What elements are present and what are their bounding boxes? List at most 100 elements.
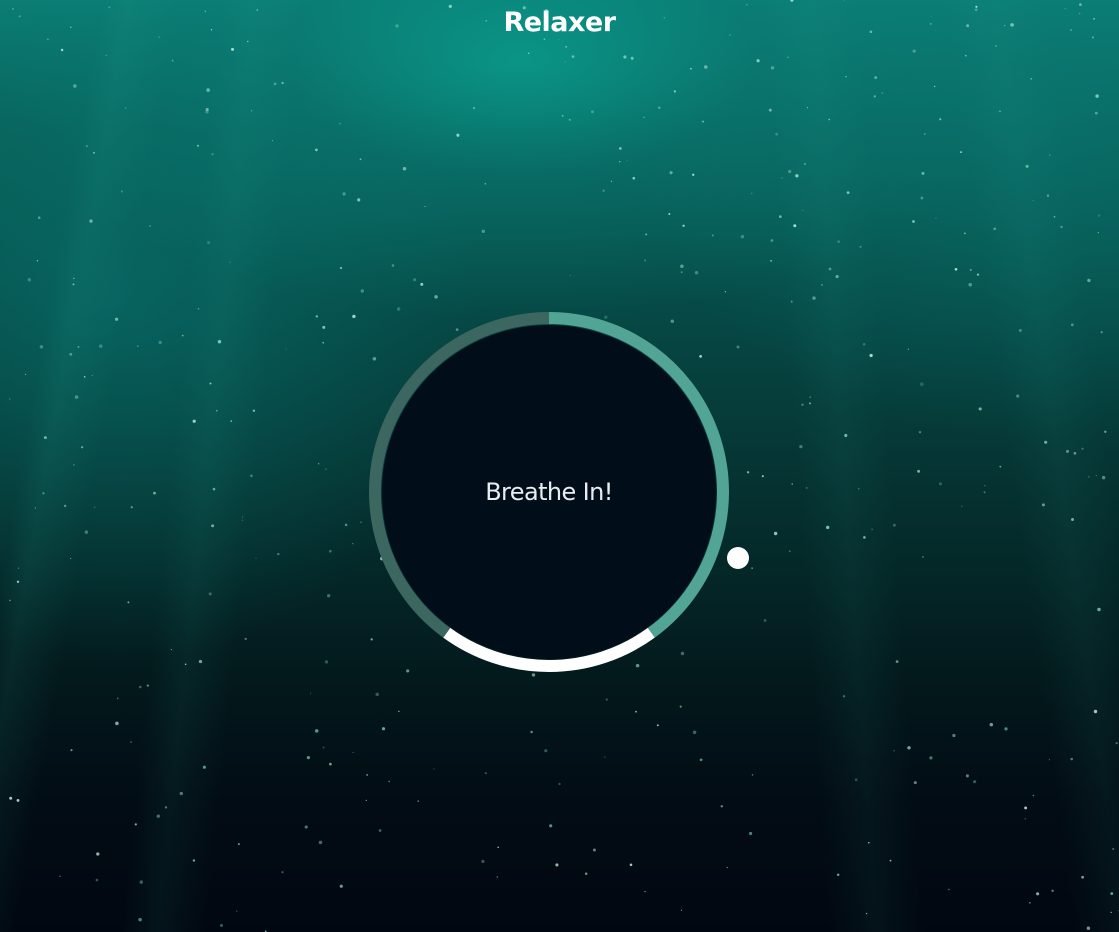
particle [1060, 225, 1063, 229]
particle [1101, 475, 1106, 480]
particle [1097, 214, 1101, 217]
particle [1030, 77, 1033, 80]
particle [70, 558, 72, 559]
particle [895, 660, 899, 663]
particle [315, 148, 318, 152]
particle [484, 183, 487, 185]
particle [793, 224, 797, 228]
particle [1032, 200, 1034, 202]
particle [196, 144, 200, 147]
particle [704, 65, 708, 69]
particle [1100, 331, 1103, 334]
breathing-instruction: Breathe In! [485, 478, 613, 506]
particle [690, 67, 692, 70]
particle [881, 92, 884, 94]
particle [229, 261, 231, 263]
particle [285, 348, 287, 350]
particle [231, 47, 234, 51]
particle [326, 593, 331, 598]
particle [273, 82, 277, 86]
particle [828, 118, 830, 121]
particle [304, 825, 308, 829]
particle [158, 340, 162, 345]
particle [116, 697, 119, 700]
particle [658, 106, 661, 109]
particle [775, 132, 778, 136]
particle [17, 567, 20, 569]
particle [680, 264, 684, 269]
particle [740, 234, 745, 239]
particle [1112, 847, 1115, 851]
particle [842, 695, 846, 698]
particle [237, 843, 240, 846]
particle [571, 55, 575, 58]
particle [826, 525, 830, 530]
particle [271, 140, 273, 142]
particle [352, 752, 354, 753]
particle [1087, 278, 1091, 283]
particle [837, 240, 840, 243]
particle [605, 698, 608, 701]
particle [130, 506, 133, 509]
particle [791, 483, 793, 485]
particle [913, 781, 917, 785]
particle [969, 268, 972, 271]
particle [724, 291, 727, 293]
particle [917, 469, 921, 473]
particle [756, 59, 760, 63]
particle [751, 774, 754, 776]
particle [1053, 215, 1056, 218]
particle [216, 410, 218, 412]
particle [761, 475, 764, 478]
particle [763, 619, 767, 622]
particle [206, 88, 210, 92]
particle [569, 274, 571, 276]
particle [352, 543, 354, 545]
particle [496, 876, 498, 878]
particle [954, 267, 958, 271]
particle [854, 778, 858, 782]
particle [211, 524, 215, 528]
particle [197, 307, 200, 310]
particle [912, 220, 915, 223]
particle [250, 110, 253, 112]
particle [1097, 231, 1099, 234]
particle [86, 145, 88, 147]
particle [527, 52, 530, 54]
particle [968, 282, 972, 287]
particle [694, 270, 699, 275]
particle [1070, 323, 1074, 327]
particle [95, 878, 99, 882]
particle [544, 749, 548, 753]
particle [751, 567, 754, 570]
particle [136, 345, 139, 348]
particle [673, 90, 677, 93]
particle [893, 749, 895, 752]
particle [98, 344, 103, 348]
particle [27, 278, 31, 282]
particle [711, 234, 714, 237]
particle [699, 758, 703, 762]
particle [749, 831, 753, 836]
particle [205, 110, 209, 114]
particle [669, 171, 673, 175]
particle [938, 482, 942, 486]
particle [1049, 154, 1051, 156]
particle [768, 108, 772, 112]
particle [692, 173, 695, 176]
particle [484, 772, 487, 775]
particle [1066, 449, 1069, 453]
particle [94, 506, 96, 508]
particle [24, 373, 27, 376]
particle [801, 403, 804, 406]
particle [1041, 503, 1045, 507]
particle [181, 334, 184, 337]
particle [481, 859, 485, 864]
particle [171, 59, 174, 62]
particle [555, 863, 559, 867]
particle [83, 376, 86, 378]
particle [1036, 892, 1040, 896]
particle [680, 271, 683, 273]
particle [788, 169, 792, 174]
particle [84, 530, 89, 534]
